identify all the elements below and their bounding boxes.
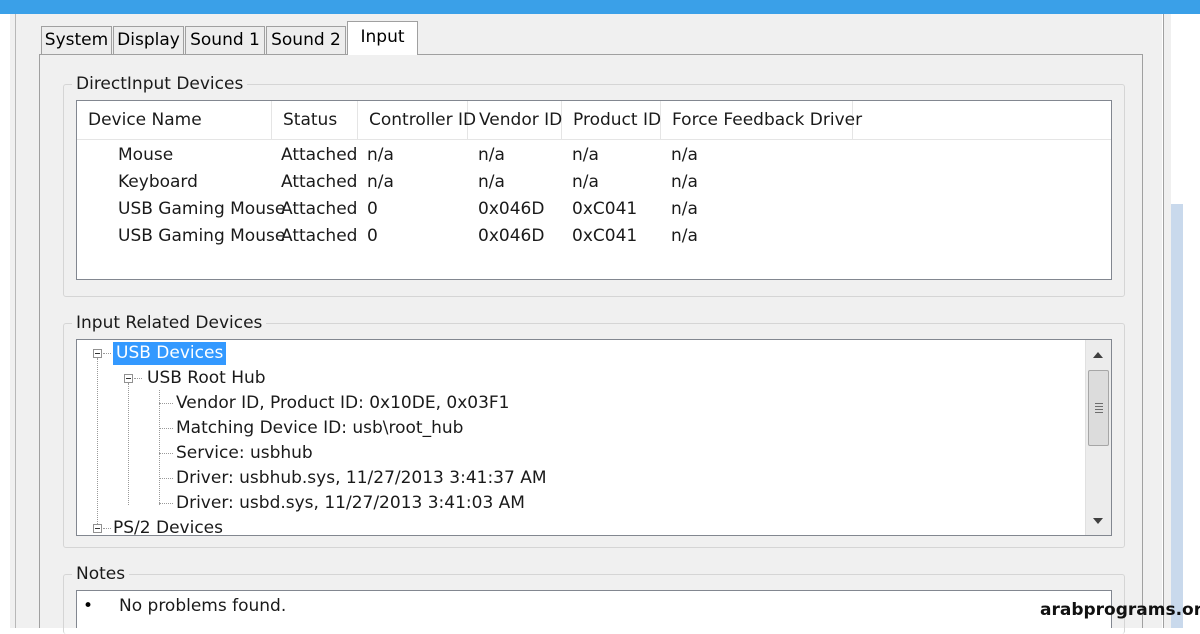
tree-connector <box>134 378 142 379</box>
directinput-group-label: DirectInput Devices <box>72 74 248 94</box>
window-right-border <box>1163 14 1200 628</box>
cell-product-id: n/a <box>572 172 599 192</box>
tree-vertical-scrollbar[interactable] <box>1085 340 1111 535</box>
grip-line <box>1095 403 1103 404</box>
scroll-down-arrow-icon[interactable] <box>1093 518 1103 524</box>
bullet-icon: • <box>83 596 94 616</box>
grip-line <box>1095 406 1103 407</box>
tree-connector <box>97 358 98 528</box>
list-header: Device Name Status Controller ID Vendor … <box>77 101 1111 140</box>
scroll-up-arrow-icon[interactable] <box>1093 352 1103 358</box>
tree-node-matching-device-id[interactable]: Matching Device ID: usb\root_hub <box>176 417 463 440</box>
tree-node-driver-usbd[interactable]: Driver: usbd.sys, 11/27/2013 3:41:03 AM <box>176 492 525 515</box>
table-row[interactable]: USB Gaming Mouse Attached 0 0x046D 0xC04… <box>77 223 1111 250</box>
notes-text-box[interactable]: • No problems found. <box>76 590 1112 628</box>
window-top-band <box>0 0 1200 14</box>
table-row[interactable]: Keyboard Attached n/a n/a n/a n/a <box>77 169 1111 196</box>
notes-group-label: Notes <box>72 564 130 584</box>
grip-line <box>1095 412 1103 413</box>
tab-display[interactable]: Display <box>113 26 184 54</box>
cell-controller-id: 0 <box>367 226 378 246</box>
note-item: No problems found. <box>119 596 287 616</box>
cell-force-feedback-driver: n/a <box>671 172 698 192</box>
cell-status: Attached <box>281 199 358 219</box>
collapse-icon[interactable] <box>124 374 133 383</box>
collapse-icon[interactable] <box>93 349 102 358</box>
cell-force-feedback-driver: n/a <box>671 226 698 246</box>
cell-force-feedback-driver: n/a <box>671 199 698 219</box>
cell-device-name: Mouse <box>118 145 174 165</box>
cell-controller-id: n/a <box>367 172 394 192</box>
tree-node-service[interactable]: Service: usbhub <box>176 442 313 465</box>
tab-input[interactable]: Input <box>347 21 418 55</box>
window-right-edge <box>1163 14 1171 628</box>
table-row[interactable]: USB Gaming Mouse Attached 0 0x046D 0xC04… <box>77 196 1111 223</box>
tree-connector <box>128 383 129 505</box>
input-related-group-label: Input Related Devices <box>72 313 267 333</box>
input-related-device-tree[interactable]: USB Devices USB Root Hub Vendor ID, Prod… <box>76 339 1112 536</box>
cell-product-id: 0xC041 <box>572 226 638 246</box>
tree-connector <box>159 390 160 505</box>
directinput-device-list[interactable]: Device Name Status Controller ID Vendor … <box>76 100 1112 280</box>
column-header-status[interactable]: Status <box>272 101 358 139</box>
cell-product-id: n/a <box>572 145 599 165</box>
tree-node-ps2-devices[interactable]: PS/2 Devices <box>113 517 223 535</box>
cell-device-name: USB Gaming Mouse <box>118 226 286 246</box>
column-header-product-id[interactable]: Product ID <box>562 101 661 139</box>
tree-connector <box>159 503 173 504</box>
cell-controller-id: 0 <box>367 199 378 219</box>
grip-line <box>1095 409 1103 410</box>
tree-connector <box>159 428 173 429</box>
scroll-thumb[interactable] <box>1088 370 1109 446</box>
tree-connector <box>159 403 173 404</box>
tree-connector <box>103 528 111 529</box>
tree-connector <box>103 353 111 354</box>
column-header-vendor-id[interactable]: Vendor ID <box>468 101 562 139</box>
cell-status: Attached <box>281 145 358 165</box>
column-header-force-feedback-driver[interactable]: Force Feedback Driver <box>661 101 862 139</box>
tree-node-usb-root-hub[interactable]: USB Root Hub <box>147 367 266 390</box>
watermark-text: arabprograms.org <box>1040 600 1200 620</box>
cell-device-name: Keyboard <box>118 172 198 192</box>
tree-connector <box>159 453 173 454</box>
tab-sound-1[interactable]: Sound 1 <box>185 26 265 54</box>
cell-status: Attached <box>281 172 358 192</box>
tab-system[interactable]: System <box>41 26 112 54</box>
tree-node-vendor-product-id[interactable]: Vendor ID, Product ID: 0x10DE, 0x03F1 <box>176 392 509 415</box>
background-scroll-strip <box>1171 204 1183 628</box>
column-header-controller-id[interactable]: Controller ID <box>358 101 476 139</box>
cell-product-id: 0xC041 <box>572 199 638 219</box>
cell-device-name: USB Gaming Mouse <box>118 199 286 219</box>
table-row[interactable]: Mouse Attached n/a n/a n/a n/a <box>77 142 1111 169</box>
cell-vendor-id: 0x046D <box>478 199 545 219</box>
collapse-icon[interactable] <box>93 524 102 533</box>
tab-sound-2[interactable]: Sound 2 <box>266 26 346 54</box>
tree-connector <box>159 478 173 479</box>
cell-force-feedback-driver: n/a <box>671 145 698 165</box>
cell-status: Attached <box>281 226 358 246</box>
cell-vendor-id: n/a <box>478 145 505 165</box>
cell-vendor-id: n/a <box>478 172 505 192</box>
tree-node-driver-usbhub[interactable]: Driver: usbhub.sys, 11/27/2013 3:41:37 A… <box>176 467 547 490</box>
tree-node-usb-devices[interactable]: USB Devices <box>113 342 227 365</box>
cell-controller-id: n/a <box>367 145 394 165</box>
cell-vendor-id: 0x046D <box>478 226 545 246</box>
column-header-device-name[interactable]: Device Name <box>77 101 272 139</box>
